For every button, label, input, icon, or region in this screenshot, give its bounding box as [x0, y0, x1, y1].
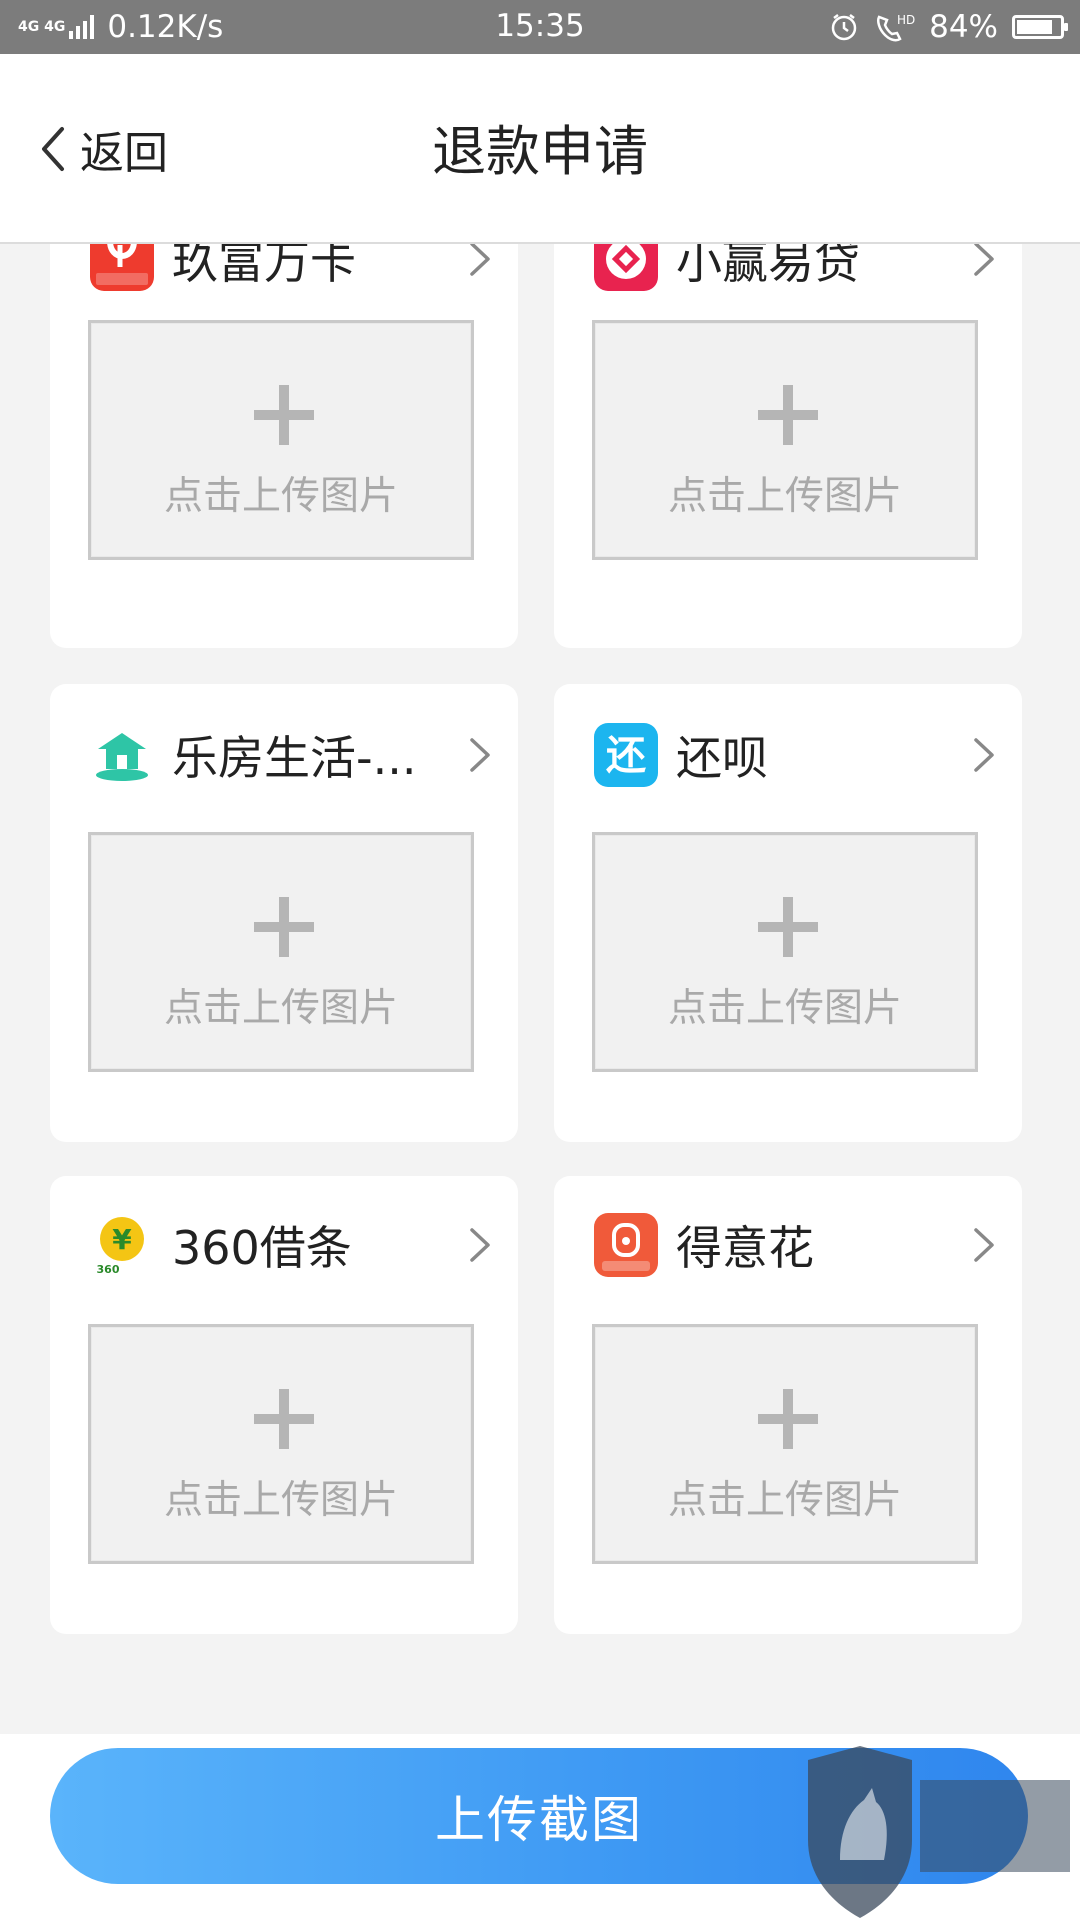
card-header[interactable]: 得意花 [594, 1210, 998, 1280]
chevron-right-icon [470, 738, 490, 772]
app-card-huanbei: 还 还呗 点击上传图片 [554, 684, 1022, 1142]
bottom-bar: 上传截图 [0, 1734, 1080, 1920]
upload-box[interactable]: 点击上传图片 [88, 832, 474, 1072]
status-right: HD 84% [829, 6, 1068, 48]
upload-label: 点击上传图片 [667, 474, 902, 519]
svg-text:还: 还 [606, 733, 647, 779]
app-card-xiaoying: 小赢易贷 点击上传图片 [554, 244, 1022, 648]
chevron-right-icon [470, 1228, 490, 1262]
app-name: 乐房生活-... [172, 731, 417, 785]
upload-label: 点击上传图片 [163, 986, 398, 1031]
plus-icon [758, 897, 818, 957]
upload-label: 点击上传图片 [163, 1478, 398, 1523]
card-header[interactable]: 还 还呗 [594, 720, 998, 790]
upload-box[interactable]: 点击上传图片 [88, 320, 474, 560]
nav-header: 返回 退款申请 [0, 54, 1080, 244]
plus-icon [254, 897, 314, 957]
360-jietiao-icon: ¥360 [90, 1213, 154, 1277]
app-name: 小赢易贷 [676, 244, 860, 289]
plus-icon [758, 1389, 818, 1449]
chevron-right-icon [470, 244, 490, 276]
app-card-lefang: 乐房生活-... 点击上传图片 [50, 684, 518, 1142]
xiaoying-yidai-icon [594, 244, 658, 291]
chevron-right-icon [974, 738, 994, 772]
chevron-right-icon [974, 244, 994, 276]
card-header[interactable]: ¥360 360借条 [90, 1210, 494, 1280]
card-header[interactable]: 乐房生活-... [90, 720, 494, 790]
huanbei-icon: 还 [594, 723, 658, 787]
black-cat-watermark-logo [808, 1746, 1074, 1918]
app-card-grid: 玖富万卡 点击上传图片 小赢易贷 点击上传图片 乐房生活-... 点击上传图片 … [0, 244, 1080, 1734]
app-card-360: ¥360 360借条 点击上传图片 [50, 1176, 518, 1634]
card-header[interactable]: 小赢易贷 [594, 244, 998, 294]
app-name: 还呗 [676, 731, 768, 785]
upload-box[interactable]: 点击上传图片 [592, 320, 978, 560]
upload-box[interactable]: 点击上传图片 [88, 1324, 474, 1564]
lefang-shenghuo-icon [90, 723, 154, 787]
deyihua-icon [594, 1213, 658, 1277]
plus-icon [758, 385, 818, 445]
card-header[interactable]: 玖富万卡 [90, 244, 494, 294]
chevron-right-icon [974, 1228, 994, 1262]
plus-icon [254, 385, 314, 445]
upload-box[interactable]: 点击上传图片 [592, 1324, 978, 1564]
page-title: 退款申请 [432, 120, 648, 183]
battery-icon [1012, 15, 1068, 39]
app-card-deyihua: 得意花 点击上传图片 [554, 1176, 1022, 1634]
upload-label: 点击上传图片 [163, 474, 398, 519]
battery-percent: 84% [929, 9, 998, 45]
upload-box[interactable]: 点击上传图片 [592, 832, 978, 1072]
upload-label: 点击上传图片 [667, 986, 902, 1031]
upload-screenshot-label: 上传截图 [435, 1791, 643, 1849]
jiufu-wanka-icon [90, 244, 154, 291]
app-name: 得意花 [676, 1221, 814, 1275]
svg-text:¥: ¥ [112, 1223, 132, 1256]
svg-text:HD: HD [897, 13, 915, 27]
svg-text:360: 360 [97, 1263, 120, 1276]
upload-label: 点击上传图片 [667, 1478, 902, 1523]
alarm-icon [829, 12, 859, 42]
app-name: 360借条 [172, 1221, 352, 1275]
app-card-jiufu: 玖富万卡 点击上传图片 [50, 244, 518, 648]
hd-call-icon: HD [873, 11, 915, 43]
plus-icon [254, 1389, 314, 1449]
status-bar: 4G 4G 0.12K/s 15:35 HD 84% [0, 0, 1080, 54]
app-name: 玖富万卡 [172, 244, 356, 289]
